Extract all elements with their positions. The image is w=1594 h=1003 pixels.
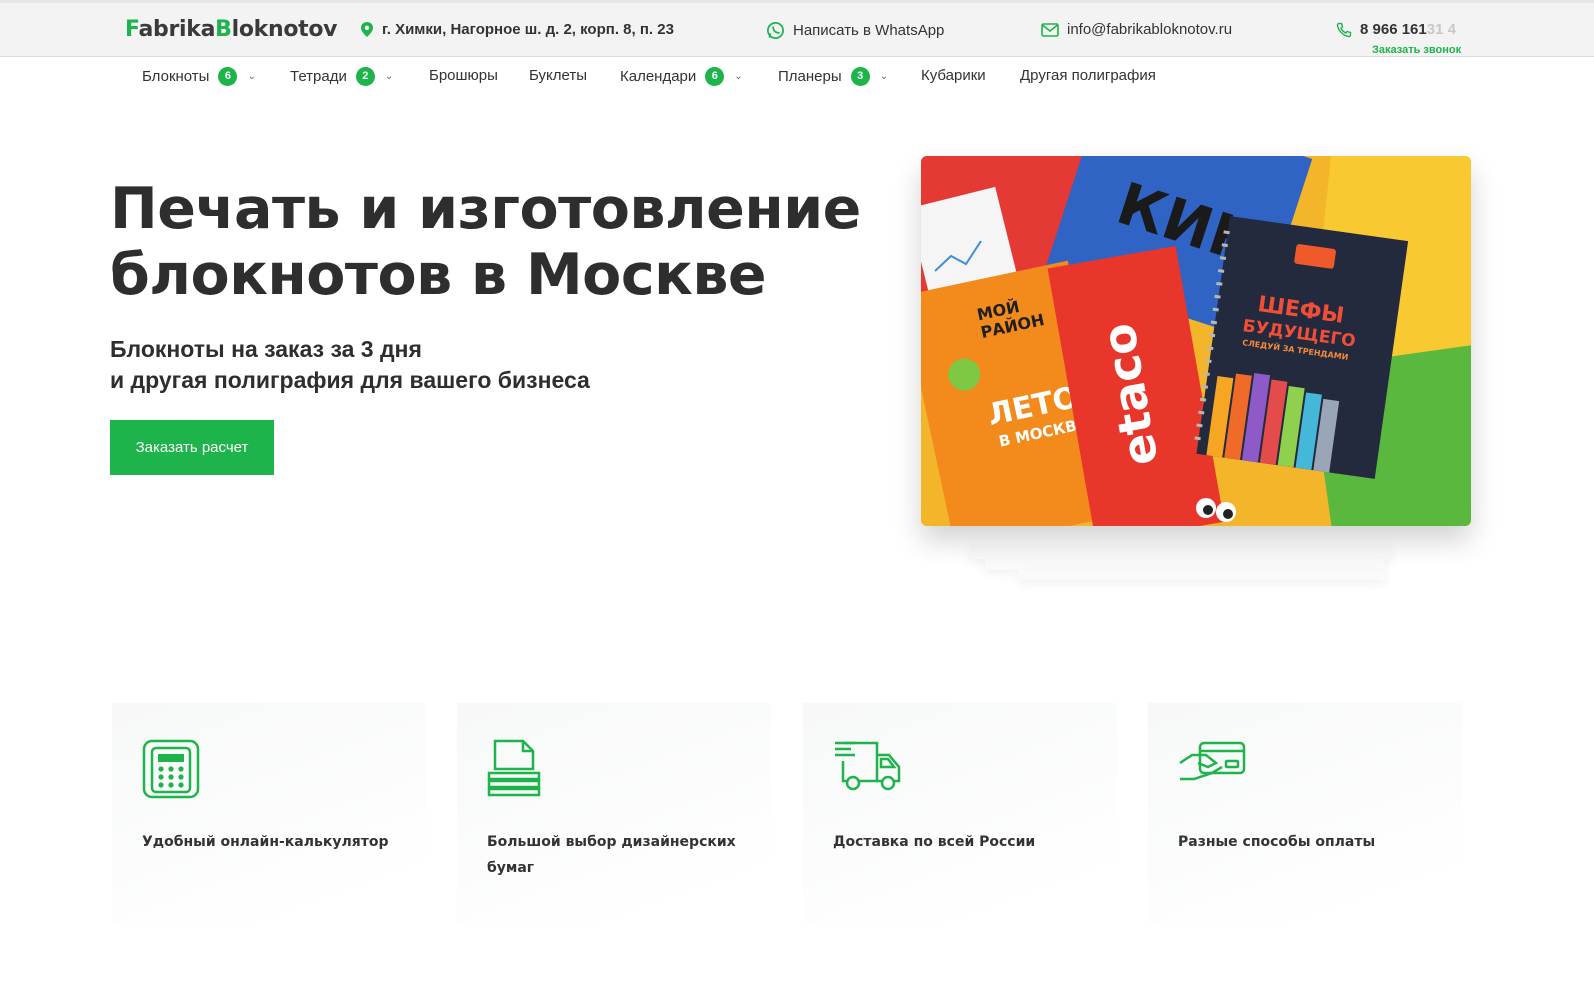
- phone-link[interactable]: 8 966 161 31 4: [1336, 21, 1456, 38]
- count-badge: 3: [850, 67, 870, 86]
- feature-card-papers: Большой выбор дизайнерских бумаг: [457, 703, 771, 925]
- card-payment-icon: [1179, 741, 1246, 781]
- logo-letter-f: F: [125, 17, 139, 42]
- feature-text: Удобный онлайн-калькулятор: [142, 834, 389, 850]
- paper-sheet-decor: [1018, 570, 1386, 580]
- address-text: г. Химки, Нагорное ш. д. 2, корп. 8, п. …: [382, 21, 674, 38]
- hero-subtitle-line-2: и другая полиграфия для вашего бизнеса: [110, 367, 590, 393]
- chevron-down-icon: ⌄: [734, 71, 743, 82]
- nav-label: Кубарики: [921, 67, 986, 84]
- whatsapp-icon: [767, 22, 784, 39]
- nav-label: Планеры: [778, 68, 842, 85]
- main-nav: Блокноты 6 ⌄ Тетради 2 ⌄ Брошюры Буклеты…: [0, 58, 1594, 94]
- nav-item-planners[interactable]: Планеры 3 ⌄: [778, 67, 888, 86]
- nav-label: Буклеты: [529, 67, 587, 84]
- logo-letter-b: B: [215, 17, 232, 42]
- chevron-down-icon: ⌄: [879, 71, 889, 82]
- feature-card-payment: Разные способы оплаты: [1148, 703, 1462, 925]
- count-badge: 6: [218, 67, 238, 86]
- nav-label: Календари: [620, 68, 697, 85]
- mail-icon: [1041, 22, 1059, 37]
- hero-subtitle: Блокноты на заказ за 3 дня и другая поли…: [110, 334, 810, 396]
- nav-item-brochures[interactable]: Брошюры: [429, 67, 498, 84]
- delivery-truck-icon: [835, 741, 901, 791]
- paper-stack-icon: [487, 739, 541, 797]
- logo-text-loknotov: loknotov: [231, 17, 338, 42]
- callback-link[interactable]: Заказать звонок: [1372, 44, 1461, 56]
- feature-text: Разные способы оплаты: [1178, 834, 1376, 850]
- logo-text-abrika: abrika: [138, 17, 216, 42]
- notebooks-photo: КИНО МОЙ РАЙОН ЛЕТО В МОСКВЕ etaco ШЕФЫ …: [921, 156, 1471, 526]
- phone-icon: [1336, 22, 1352, 37]
- phone-number: 8 966 161: [1360, 21, 1427, 38]
- phone-number-faded: 31 4: [1426, 21, 1456, 38]
- calculator-icon: [142, 739, 200, 799]
- address: г. Химки, Нагорное ш. д. 2, корп. 8, п. …: [360, 21, 674, 38]
- nav-label: Блокноты: [142, 68, 210, 85]
- nav-item-notebooks[interactable]: Блокноты 6 ⌄: [142, 67, 256, 86]
- location-pin-icon: [361, 22, 373, 37]
- whatsapp-label: Написать в WhatsApp: [793, 22, 945, 39]
- page-title-line-1: Печать и изготовление: [110, 176, 861, 242]
- nav-item-other-printing[interactable]: Другая полиграфия: [1020, 67, 1156, 84]
- nav-label: Другая полиграфия: [1020, 67, 1156, 84]
- nav-label: Брошюры: [429, 67, 498, 84]
- nav-item-cube-pads[interactable]: Кубарики: [921, 67, 986, 84]
- feature-card-calculator: Удобный онлайн-калькулятор: [112, 703, 426, 925]
- feature-card-delivery: Доставка по всей России: [803, 703, 1117, 925]
- top-bar: FabrikaBloknotov г. Химки, Нагорное ш. д…: [0, 0, 1594, 57]
- order-quote-button[interactable]: Заказать расчет: [110, 420, 274, 475]
- feature-text: Большой выбор дизайнерских бумаг: [487, 834, 736, 876]
- hero-subtitle-line-1: Блокноты на заказ за 3 дня: [110, 336, 422, 362]
- count-badge: 2: [355, 67, 375, 86]
- chevron-down-icon: ⌄: [247, 71, 256, 82]
- nav-label: Тетради: [290, 68, 347, 85]
- page-title: Печать и изготовление блокнотов в Москве: [110, 176, 870, 308]
- email-link[interactable]: info@fabrikabloknotov.ru: [1041, 21, 1232, 38]
- count-badge: 6: [705, 67, 725, 86]
- whatsapp-link[interactable]: Написать в WhatsApp: [766, 21, 944, 40]
- logo[interactable]: FabrikaBloknotov: [125, 17, 338, 42]
- chevron-down-icon: ⌄: [384, 71, 394, 82]
- paper-sheet-decor: [985, 558, 1385, 570]
- nav-item-calendars[interactable]: Календари 6 ⌄: [620, 67, 743, 86]
- nav-item-exercise-books[interactable]: Тетради 2 ⌄: [290, 67, 393, 86]
- paper-sheet-decor: [970, 545, 1392, 559]
- nav-item-booklets[interactable]: Буклеты: [529, 67, 587, 84]
- feature-text: Доставка по всей России: [833, 834, 1036, 850]
- notebooks-illustration: КИНО МОЙ РАЙОН ЛЕТО В МОСКВЕ etaco ШЕФЫ …: [921, 156, 1471, 526]
- page-title-line-2: блокнотов в Москве: [110, 242, 767, 308]
- email-text: info@fabrikabloknotov.ru: [1067, 21, 1233, 38]
